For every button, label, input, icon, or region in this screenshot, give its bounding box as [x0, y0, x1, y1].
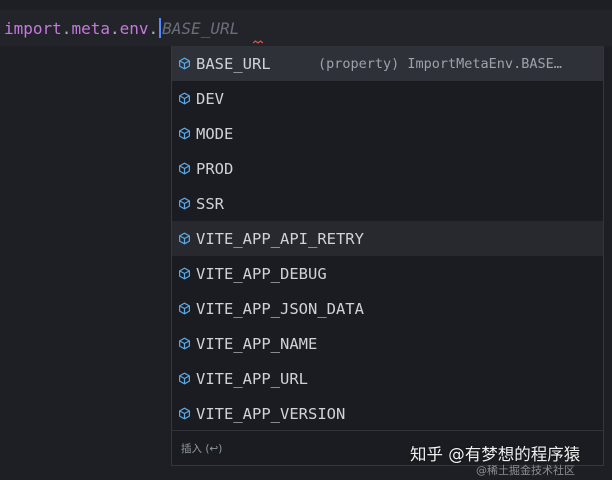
code-token-dot: . [148, 19, 159, 38]
suggestion-item[interactable]: SSR [172, 186, 603, 221]
error-squiggle [253, 40, 263, 44]
cube-icon [177, 232, 191, 246]
juejin-watermark: @稀土掘金技术社区 [476, 464, 575, 477]
code-line[interactable]: import.meta.env. BASE_URL [4, 18, 239, 40]
suggestion-label: VITE_APP_DEBUG [196, 264, 327, 283]
suggestion-list: BASE_URL (property) ImportMetaEnv.BASE… DE… [172, 46, 603, 431]
insert-hint: 插入 (↩) [181, 442, 223, 455]
suggestion-label: VITE_APP_URL [196, 369, 308, 388]
code-token-dot: . [109, 19, 120, 38]
suggestion-label: BASE_URL [196, 54, 271, 73]
cube-icon [177, 337, 191, 351]
code-token-meta: meta [71, 19, 110, 38]
suggestion-label: VITE_APP_NAME [196, 334, 318, 353]
suggestion-label: VITE_APP_JSON_DATA [196, 299, 364, 318]
cube-icon [177, 372, 191, 386]
code-token-env: env [119, 19, 149, 38]
autocomplete-suggest-widget[interactable]: BASE_URL (property) ImportMetaEnv.BASE… DE… [171, 46, 604, 466]
cube-icon [177, 267, 191, 281]
suggestion-item[interactable]: PROD [172, 151, 603, 186]
suggestion-item[interactable]: VITE_APP_VERSION [172, 396, 603, 431]
suggestion-item[interactable]: VITE_APP_URL [172, 361, 603, 396]
suggestion-label: PROD [196, 159, 234, 178]
suggestion-detail: (property) ImportMetaEnv.BASE… [318, 55, 562, 72]
cube-icon [177, 162, 191, 176]
cube-icon [177, 407, 191, 421]
code-token-import: import [4, 19, 62, 38]
cube-icon [177, 57, 191, 71]
suggestion-label: DEV [196, 89, 224, 108]
suggestion-item[interactable]: VITE_APP_API_RETRY [172, 221, 603, 256]
text-caret [159, 18, 162, 38]
cube-icon [177, 127, 191, 141]
suggestion-label: SSR [196, 194, 224, 213]
suggestion-label: VITE_APP_VERSION [196, 404, 346, 423]
suggestion-item[interactable]: VITE_APP_NAME [172, 326, 603, 361]
cube-icon [177, 197, 191, 211]
suggestion-item[interactable]: VITE_APP_JSON_DATA [172, 291, 603, 326]
inline-completion-ghost-text: BASE_URL [162, 19, 240, 38]
suggestion-item[interactable]: MODE [172, 116, 603, 151]
suggestion-item[interactable]: VITE_APP_DEBUG [172, 256, 603, 291]
suggestion-item[interactable]: BASE_URL (property) ImportMetaEnv.BASE… [172, 46, 603, 81]
suggestion-label: MODE [196, 124, 234, 143]
cube-icon [177, 302, 191, 316]
code-token-dot: . [61, 19, 72, 38]
cube-icon [177, 92, 191, 106]
suggestion-label: VITE_APP_API_RETRY [196, 229, 364, 248]
suggestion-item[interactable]: DEV [172, 81, 603, 116]
